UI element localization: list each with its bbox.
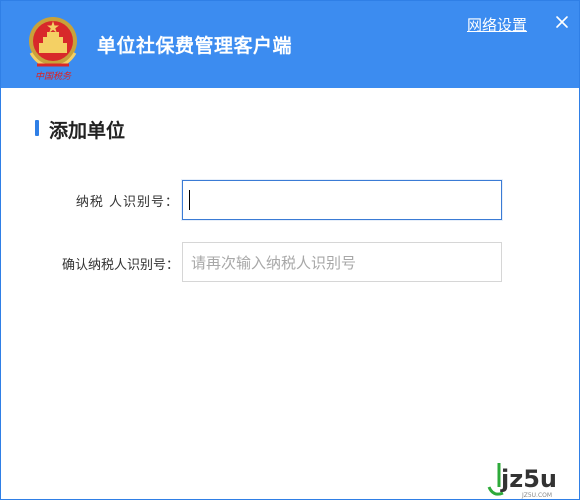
watermark-logo: jz5u JZ5U.COM xyxy=(487,463,557,499)
title-bar: 中国税务 单位社保费管理客户端 网络设置 xyxy=(1,1,579,88)
confirm-taxpayer-id-input[interactable]: 请再次输入纳税人识别号 xyxy=(182,242,502,282)
confirm-taxpayer-id-placeholder: 请再次输入纳税人识别号 xyxy=(191,253,357,272)
close-icon[interactable] xyxy=(553,13,571,31)
network-settings-link[interactable]: 网络设置 xyxy=(467,14,527,35)
logo-text: 中国税务 xyxy=(35,71,72,81)
text-caret xyxy=(189,190,190,210)
taxpayer-id-input[interactable] xyxy=(182,180,502,220)
section-title: 添加单位 xyxy=(49,120,126,142)
tax-emblem-icon: 中国税务 xyxy=(29,17,77,81)
section-accent-bar xyxy=(35,120,39,136)
watermark-subtext: JZ5U.COM xyxy=(521,492,552,499)
watermark-text: jz5u xyxy=(500,465,557,493)
app-window: 中国税务 单位社保费管理客户端 网络设置 添加单位 纳税 人识别号： 确认纳税人… xyxy=(0,0,580,500)
confirm-taxpayer-id-label: 确认纳税人识别号： xyxy=(61,258,179,273)
taxpayer-id-label: 纳税 人识别号： xyxy=(75,195,179,210)
app-title: 单位社保费管理客户端 xyxy=(97,35,293,57)
